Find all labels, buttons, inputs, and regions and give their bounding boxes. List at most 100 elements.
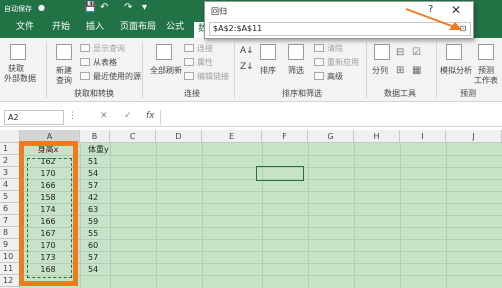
help-button[interactable]: ?	[428, 4, 433, 15]
edit-links-button[interactable]: 编辑链接	[184, 72, 229, 82]
row-header-4[interactable]: 4	[0, 179, 20, 191]
row-header-6[interactable]: 6	[0, 203, 20, 215]
properties-label: 属性	[197, 58, 213, 67]
forecast-sheet-button[interactable]: 预测	[478, 66, 494, 76]
sort-ascending-icon[interactable]: A↓	[240, 46, 254, 56]
row-header-11[interactable]: 11	[0, 263, 20, 275]
enter-icon[interactable]: ✓	[124, 111, 132, 121]
cell-b1[interactable]: 体重y	[88, 144, 118, 156]
row-header-5[interactable]: 5	[0, 191, 20, 203]
properties-button[interactable]: 属性	[184, 58, 213, 68]
tab-file[interactable]: 文件	[12, 20, 38, 34]
cell-b-value[interactable]: 54	[88, 168, 118, 180]
properties-icon	[184, 58, 194, 66]
get-external-data-label2[interactable]: 外部数据	[4, 74, 36, 84]
expand-dialog-icon[interactable]: ⊡	[457, 23, 469, 34]
undo-icon[interactable]: ↶	[100, 2, 108, 14]
autosave-toggle-icon[interactable]: ●	[38, 2, 45, 14]
cell-b-value[interactable]: 63	[88, 204, 118, 216]
refresh-all-icon	[156, 44, 172, 60]
cell-b-value[interactable]: 59	[88, 216, 118, 228]
name-box[interactable]: A2	[4, 110, 64, 125]
formula-bar: A2 ⋮ ✕ ✓ fx	[0, 107, 502, 127]
column-header-b[interactable]: B	[80, 130, 110, 143]
get-external-data-icon	[10, 44, 26, 60]
row-header-10[interactable]: 10	[0, 251, 20, 263]
cell-b-value[interactable]: 55	[88, 228, 118, 240]
reapply-button[interactable]: 重新应用	[314, 58, 359, 68]
select-all-corner[interactable]	[0, 130, 20, 143]
cell-b-value[interactable]: 54	[88, 264, 118, 276]
autosave-label[interactable]: 自动保存	[4, 3, 32, 15]
row-header-7[interactable]: 7	[0, 215, 20, 227]
row-header-9[interactable]: 9	[0, 239, 20, 251]
sort-descending-icon[interactable]: Z↓	[240, 62, 254, 72]
consolidate-icon[interactable]: ▦	[412, 66, 421, 76]
column-header-f[interactable]: F	[262, 130, 308, 143]
column-header-i[interactable]: I	[400, 130, 446, 143]
connections-label: 连接	[197, 44, 213, 53]
formula-input[interactable]	[160, 110, 500, 125]
forecast-sheet-label2[interactable]: 工作表	[474, 76, 498, 86]
text-to-columns-button[interactable]: 分列	[372, 66, 388, 76]
ribbon-separator	[46, 42, 47, 98]
show-queries-button[interactable]: 显示查询	[80, 44, 125, 54]
new-query-icon	[56, 44, 72, 60]
group-data-tools: 数据工具	[384, 89, 416, 98]
refresh-all-button[interactable]: 全部刷新	[150, 66, 182, 76]
group-get-transform: 获取和转换	[74, 89, 114, 98]
column-header-h[interactable]: H	[354, 130, 400, 143]
data-validation-icon[interactable]: ☑	[412, 48, 421, 58]
save-icon[interactable]: 💾	[84, 2, 96, 14]
from-table-button[interactable]: 从表格	[80, 58, 117, 68]
column-header-g[interactable]: G	[308, 130, 354, 143]
ribbon-separator	[436, 42, 437, 98]
column-header-j[interactable]: J	[446, 130, 502, 143]
row-header-3[interactable]: 3	[0, 167, 20, 179]
regression-dialog: 回归 ? ✕ $A$2:$A$11 ⊡	[204, 1, 474, 39]
group-forecast: 预测	[460, 89, 476, 98]
remove-duplicates-icon[interactable]: ⊞	[396, 66, 404, 76]
new-query-label2[interactable]: 查询	[56, 76, 72, 86]
close-button[interactable]: ✕	[451, 3, 461, 17]
active-cell-f3[interactable]	[256, 166, 304, 181]
get-external-data-button[interactable]: 获取	[8, 64, 24, 74]
advanced-filter-button[interactable]: 高级	[314, 72, 343, 82]
filter-button[interactable]: 筛选	[288, 66, 304, 76]
flash-fill-icon[interactable]: ⊟	[396, 48, 404, 58]
row-header-2[interactable]: 2	[0, 155, 20, 167]
connections-button[interactable]: 连接	[184, 44, 213, 54]
tab-page-layout[interactable]: 页面布局	[116, 20, 160, 34]
recent-sources-button[interactable]: 最近使用的源	[80, 72, 141, 82]
connections-icon	[184, 44, 194, 52]
customize-qat-icon[interactable]: ▾	[142, 2, 147, 14]
cell-b-value[interactable]: 57	[88, 180, 118, 192]
cancel-icon[interactable]: ✕	[100, 111, 108, 121]
tab-formulas[interactable]: 公式	[162, 20, 188, 34]
row-header-8[interactable]: 8	[0, 227, 20, 239]
new-query-button[interactable]: 新建	[56, 66, 72, 76]
insert-function-button[interactable]: fx	[146, 111, 155, 121]
what-if-analysis-button[interactable]: 模拟分析	[440, 66, 472, 76]
sort-button[interactable]: 排序	[260, 66, 276, 76]
row-header-1[interactable]: 1	[0, 143, 20, 155]
clear-label: 清除	[327, 44, 343, 53]
row-headers: 1 2 3 4 5 6 7 8 9 10 11 12	[0, 143, 20, 288]
ribbon-separator	[366, 42, 367, 98]
column-header-e[interactable]: E	[202, 130, 262, 143]
redo-icon[interactable]: ↷	[124, 2, 132, 14]
tab-insert[interactable]: 插入	[82, 20, 108, 34]
cell-b-value[interactable]: 51	[88, 156, 118, 168]
recent-sources-icon	[80, 72, 90, 80]
input-range-field[interactable]: $A$2:$A$11	[209, 22, 471, 36]
name-box-dropdown-icon[interactable]: ⋮	[68, 111, 77, 121]
column-header-d[interactable]: D	[156, 130, 202, 143]
column-header-c[interactable]: C	[110, 130, 156, 143]
cell-b-value[interactable]: 57	[88, 252, 118, 264]
row-header-12[interactable]: 12	[0, 275, 20, 287]
cell-b-value[interactable]: 42	[88, 192, 118, 204]
clear-button[interactable]: 清除	[314, 44, 343, 54]
cell-b-value[interactable]: 60	[88, 240, 118, 252]
tab-home[interactable]: 开始	[48, 20, 74, 34]
group-connections: 连接	[184, 89, 200, 98]
